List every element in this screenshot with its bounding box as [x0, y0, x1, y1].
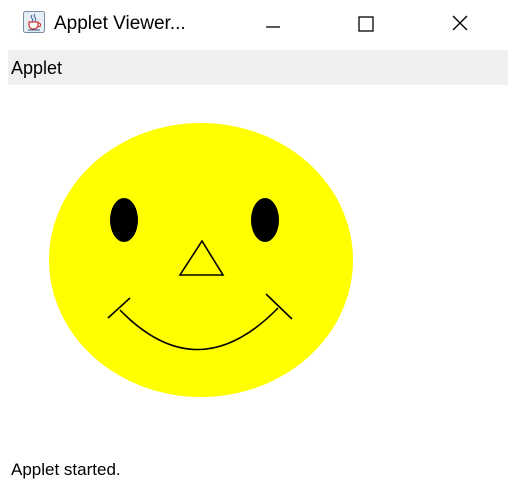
- title-bar[interactable]: Applet Viewer...: [0, 0, 508, 48]
- minimize-icon: [266, 26, 280, 28]
- smiley-face-drawing: [49, 123, 353, 397]
- right-eye: [251, 198, 279, 242]
- status-bar: Applet started.: [8, 455, 508, 485]
- close-button[interactable]: [437, 0, 483, 46]
- left-eye: [110, 198, 138, 242]
- window-title: Applet Viewer...: [54, 13, 186, 34]
- maximize-icon: [358, 16, 374, 32]
- minimize-button[interactable]: [250, 0, 296, 46]
- face: [49, 123, 353, 397]
- maximize-button[interactable]: [343, 0, 389, 46]
- applet-viewer-window: Applet Viewer... Applet Applet started.: [0, 0, 508, 498]
- close-icon: [452, 15, 468, 31]
- status-text: Applet started.: [11, 460, 121, 479]
- menu-bar: Applet: [8, 50, 508, 85]
- java-cup-icon: [23, 11, 45, 33]
- menu-applet[interactable]: Applet: [9, 57, 64, 79]
- applet-canvas[interactable]: [8, 85, 508, 445]
